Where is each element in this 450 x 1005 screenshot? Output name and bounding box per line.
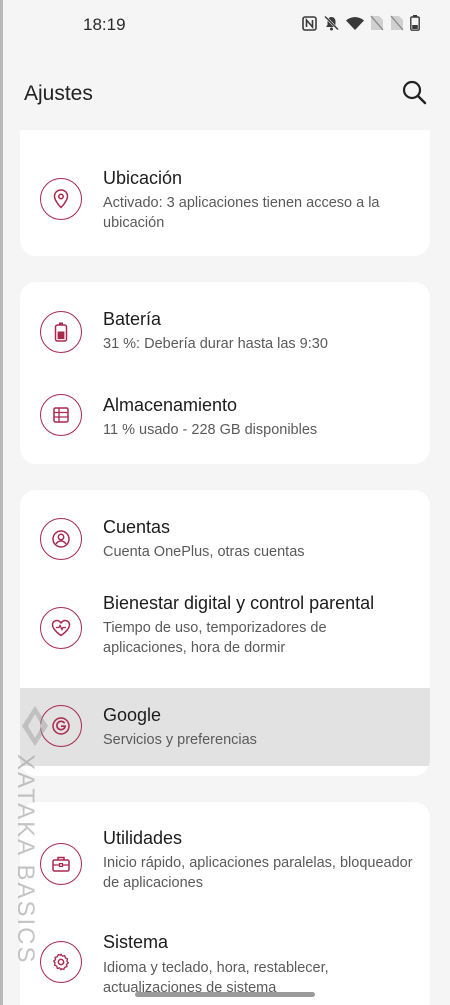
settings-item-storage[interactable]: Almacenamiento 11 % usado - 228 GB dispo… (20, 374, 430, 464)
mute-icon (323, 15, 340, 31)
digital-wellbeing-icon (40, 607, 82, 649)
nfc-icon (302, 15, 317, 31)
no-sim-icon (390, 15, 404, 31)
settings-item-subtitle: 11 % usado - 228 GB disponibles (103, 422, 318, 438)
page-title: Ajustes (24, 82, 93, 105)
watermark-logo-icon (20, 704, 50, 753)
settings-card-device: Batería 31 %: Debería durar hasta las 9:… (20, 282, 430, 464)
settings-item-title: Bienestar digital y control parental (103, 593, 375, 613)
account-icon (40, 518, 82, 560)
settings-item-digital-wellbeing[interactable]: Bienestar digital y control parental Tie… (20, 580, 430, 688)
toolbox-icon (40, 843, 82, 885)
storage-icon (40, 394, 82, 436)
status-time: 18:19 (83, 15, 126, 34)
settings-item-subtitle: Cuenta OnePlus, otras cuentas (103, 544, 305, 560)
wifi-icon (346, 16, 364, 30)
settings-item-title: Almacenamiento (103, 395, 238, 415)
settings-item-title: Ubicación (103, 168, 183, 188)
settings-item-title: Utilidades (103, 828, 183, 848)
settings-item-location[interactable]: Ubicación Activado: 3 aplicaciones tiene… (20, 130, 430, 256)
settings-item-subtitle: Tiempo de uso, temporizadores de aplicac… (103, 620, 327, 656)
no-sim-icon (370, 15, 384, 31)
gear-icon (40, 941, 82, 983)
settings-item-google[interactable]: Google Servicios y preferencias (20, 688, 430, 766)
settings-item-subtitle: Servicios y preferencias (103, 732, 257, 748)
status-icons (302, 15, 420, 31)
settings-item-battery[interactable]: Batería 31 %: Debería durar hasta las 9:… (20, 282, 430, 374)
settings-item-title: Cuentas (103, 517, 171, 537)
status-bar: 18:19 (0, 0, 450, 50)
search-button[interactable] (400, 78, 428, 106)
left-edge-strip (0, 0, 3, 1005)
settings-item-subtitle: Inicio rápido, aplicaciones paralelas, b… (103, 855, 413, 891)
settings-item-title: Batería (103, 309, 162, 329)
settings-item-accounts[interactable]: Cuentas Cuenta OnePlus, otras cuentas (20, 490, 430, 580)
watermark-text: XATAKA BASICS (12, 754, 39, 965)
settings-card-accounts: Cuentas Cuenta OnePlus, otras cuentas Bi… (20, 490, 430, 776)
settings-item-title: Google (103, 705, 162, 725)
settings-item-title: Sistema (103, 932, 169, 952)
settings-card-system: Utilidades Inicio rápido, aplicaciones p… (20, 802, 430, 1005)
settings-card-location: Ubicación Activado: 3 aplicaciones tiene… (20, 130, 430, 256)
battery-icon (410, 15, 420, 31)
gesture-nav-bar[interactable] (135, 992, 315, 997)
search-icon (402, 80, 427, 105)
settings-item-utilities[interactable]: Utilidades Inicio rápido, aplicaciones p… (20, 802, 430, 914)
location-pin-icon (40, 178, 82, 220)
settings-item-subtitle: 31 %: Debería durar hasta las 9:30 (103, 336, 328, 352)
settings-item-subtitle: Activado: 3 aplicaciones tienen acceso a… (103, 195, 380, 231)
app-bar: Ajustes (0, 60, 450, 126)
battery-icon (40, 311, 82, 353)
